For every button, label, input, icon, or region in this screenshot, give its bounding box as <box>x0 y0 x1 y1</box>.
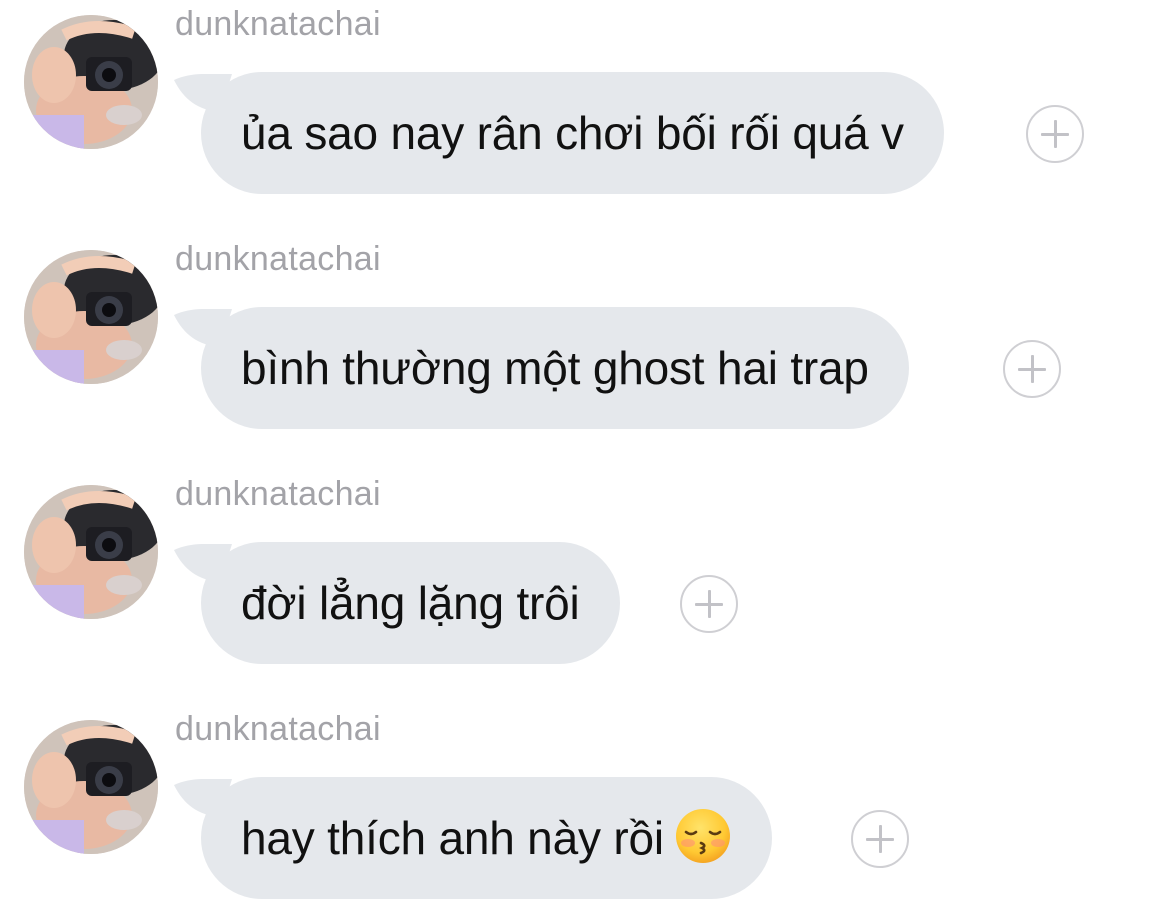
avatar[interactable] <box>24 15 158 149</box>
message-text: đời lẳng lặng trôi <box>241 577 580 629</box>
plus-icon <box>864 823 896 855</box>
message-text: bình thường một ghost hai trap <box>241 342 869 394</box>
avatar[interactable] <box>24 250 158 384</box>
add-reaction-button[interactable] <box>1026 105 1084 163</box>
avatar[interactable] <box>24 720 158 854</box>
message-row: dunknatachai bình thường một ghost hai t… <box>0 235 1170 435</box>
sender-name: dunknatachai <box>175 5 381 43</box>
message-row: dunknatachai ủa sao nay rân chơi bối rối… <box>0 0 1170 200</box>
plus-icon <box>693 588 725 620</box>
message-bubble[interactable]: ủa sao nay rân chơi bối rối quá v <box>201 72 944 194</box>
avatar-photo-icon <box>24 485 158 619</box>
sender-name: dunknatachai <box>175 240 381 278</box>
message-bubble[interactable]: hay thích anh này rồi <box>201 777 772 899</box>
message-text: ủa sao nay rân chơi bối rối quá v <box>241 107 904 159</box>
add-reaction-button[interactable] <box>680 575 738 633</box>
message-row: dunknatachai đời lẳng lặng trôi <box>0 470 1170 670</box>
message-bubble[interactable]: đời lẳng lặng trôi <box>201 542 620 664</box>
plus-icon <box>1016 353 1048 385</box>
message-bubble[interactable]: bình thường một ghost hai trap <box>201 307 909 429</box>
avatar-photo-icon <box>24 250 158 384</box>
kissing-face-closed-eyes-icon <box>675 809 730 863</box>
add-reaction-button[interactable] <box>1003 340 1061 398</box>
message-row: dunknatachai hay thích anh này rồi <box>0 705 1170 905</box>
avatar[interactable] <box>24 485 158 619</box>
plus-icon <box>1039 118 1071 150</box>
avatar-photo-icon <box>24 15 158 149</box>
add-reaction-button[interactable] <box>851 810 909 868</box>
message-text: hay thích anh này rồi <box>241 812 664 864</box>
avatar-photo-icon <box>24 720 158 854</box>
sender-name: dunknatachai <box>175 475 381 513</box>
sender-name: dunknatachai <box>175 710 381 748</box>
